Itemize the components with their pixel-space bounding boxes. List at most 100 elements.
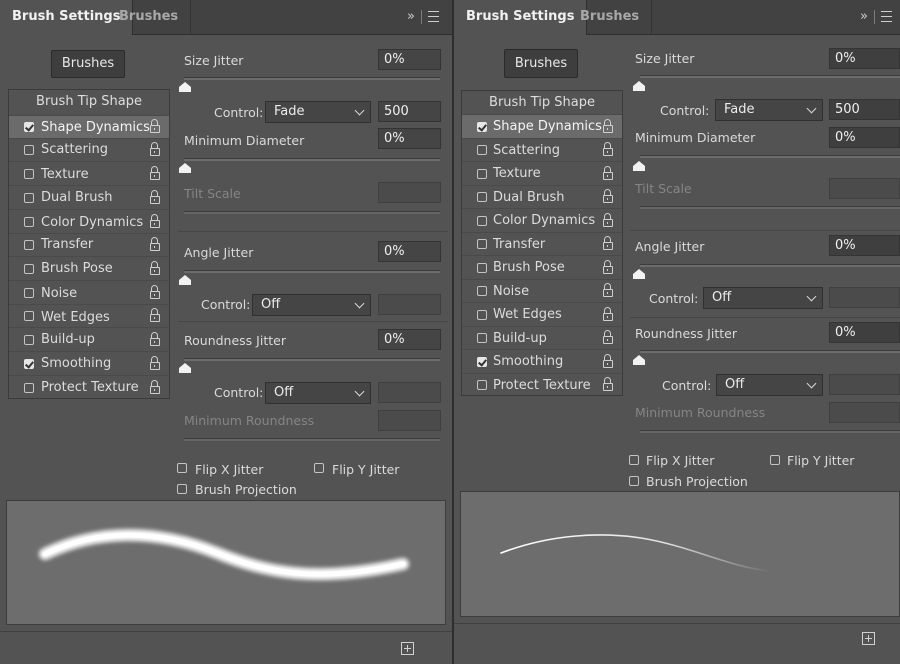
angle-jitter-slider[interactable] bbox=[184, 270, 440, 273]
checkbox[interactable] bbox=[24, 383, 34, 393]
checkbox[interactable] bbox=[24, 359, 34, 369]
flip-y-checkbox[interactable] bbox=[770, 455, 780, 465]
lock-icon[interactable] bbox=[603, 166, 613, 180]
brush-projection-checkbox[interactable] bbox=[177, 484, 187, 494]
option-scattering[interactable]: Scattering bbox=[9, 138, 169, 161]
checkbox[interactable] bbox=[477, 192, 487, 202]
panel-menu-icon[interactable] bbox=[427, 11, 439, 22]
checkbox[interactable] bbox=[24, 169, 34, 179]
checkbox[interactable] bbox=[24, 122, 34, 132]
lock-icon[interactable] bbox=[603, 142, 613, 156]
checkbox[interactable] bbox=[477, 263, 487, 273]
lock-icon[interactable] bbox=[150, 356, 160, 370]
lock-icon[interactable] bbox=[150, 237, 160, 251]
lock-icon[interactable] bbox=[603, 377, 613, 391]
checkbox[interactable] bbox=[24, 311, 34, 321]
option-transfer[interactable]: Transfer bbox=[9, 233, 169, 256]
checkbox[interactable] bbox=[477, 333, 487, 343]
slider-thumb[interactable] bbox=[179, 363, 191, 373]
lock-icon[interactable] bbox=[603, 330, 613, 344]
angle-jitter-slider[interactable] bbox=[640, 264, 900, 267]
checkbox[interactable] bbox=[477, 357, 487, 367]
roundness-jitter-slider[interactable] bbox=[184, 358, 440, 361]
option-scattering[interactable]: Scattering bbox=[462, 138, 622, 161]
option-protect-texture[interactable]: Protect Texture bbox=[9, 375, 169, 399]
slider-thumb[interactable] bbox=[179, 163, 191, 173]
brush-tip-shape[interactable]: Brush Tip Shape bbox=[9, 94, 169, 114]
brush-tip-shape[interactable]: Brush Tip Shape bbox=[462, 95, 622, 115]
size-jitter-slider[interactable] bbox=[184, 77, 440, 80]
option-noise[interactable]: Noise bbox=[462, 279, 622, 302]
fade-steps-field[interactable]: 500 bbox=[829, 99, 900, 120]
option-brush-pose[interactable]: Brush Pose bbox=[9, 256, 169, 280]
option-smoothing[interactable]: Smoothing bbox=[9, 351, 169, 375]
roundness-control-select[interactable]: Off bbox=[265, 382, 371, 404]
option-brush-pose[interactable]: Brush Pose bbox=[462, 255, 622, 279]
slider-thumb[interactable] bbox=[633, 161, 645, 171]
tab-brushes[interactable]: Brushes bbox=[568, 0, 653, 34]
angle-control-select[interactable]: Off bbox=[252, 294, 371, 316]
checkbox[interactable] bbox=[477, 239, 487, 249]
lock-icon[interactable] bbox=[150, 214, 160, 228]
lock-icon[interactable] bbox=[603, 236, 613, 250]
option-wet-edges[interactable]: Wet Edges bbox=[462, 302, 622, 326]
lock-icon[interactable] bbox=[150, 332, 160, 346]
lock-icon[interactable] bbox=[603, 260, 613, 274]
checkbox[interactable] bbox=[477, 169, 487, 179]
lock-icon[interactable] bbox=[603, 189, 613, 203]
lock-icon[interactable] bbox=[150, 308, 160, 322]
option-color-dynamics[interactable]: Color Dynamics bbox=[9, 209, 169, 233]
checkbox[interactable] bbox=[477, 145, 487, 155]
create-new-brush-icon[interactable] bbox=[401, 642, 414, 655]
option-noise[interactable]: Noise bbox=[9, 280, 169, 304]
checkbox[interactable] bbox=[24, 335, 34, 345]
checkbox[interactable] bbox=[477, 216, 487, 226]
option-color-dynamics[interactable]: Color Dynamics bbox=[462, 208, 622, 232]
lock-icon[interactable] bbox=[603, 283, 613, 297]
option-build-up[interactable]: Build-up bbox=[9, 327, 169, 351]
size-jitter-slider[interactable] bbox=[640, 75, 900, 78]
panel-menu-icon[interactable] bbox=[880, 11, 892, 22]
slider-thumb[interactable] bbox=[179, 275, 191, 285]
angle-jitter-field[interactable]: 0% bbox=[829, 235, 900, 256]
checkbox[interactable] bbox=[24, 240, 34, 250]
flip-y-checkbox[interactable] bbox=[314, 463, 324, 473]
size-jitter-field[interactable]: 0% bbox=[378, 49, 441, 70]
size-control-select[interactable]: Fade bbox=[265, 101, 371, 123]
flip-x-checkbox[interactable] bbox=[629, 455, 639, 465]
tab-brushes[interactable]: Brushes bbox=[107, 0, 192, 34]
checkbox[interactable] bbox=[477, 122, 487, 132]
size-jitter-field[interactable]: 0% bbox=[829, 48, 900, 69]
option-dual-brush[interactable]: Dual Brush bbox=[9, 185, 169, 209]
checkbox[interactable] bbox=[477, 310, 487, 320]
angle-jitter-field[interactable]: 0% bbox=[378, 241, 441, 262]
option-build-up[interactable]: Build-up bbox=[462, 326, 622, 349]
option-shape-dynamics[interactable]: Shape Dynamics bbox=[9, 115, 169, 138]
lock-icon[interactable] bbox=[150, 285, 160, 299]
option-protect-texture[interactable]: Protect Texture bbox=[462, 373, 622, 396]
option-smoothing[interactable]: Smoothing bbox=[462, 349, 622, 373]
roundness-control-select[interactable]: Off bbox=[716, 374, 823, 396]
checkbox[interactable] bbox=[24, 145, 34, 155]
checkbox[interactable] bbox=[24, 193, 34, 203]
slider-thumb[interactable] bbox=[633, 81, 645, 91]
brushes-button[interactable]: Brushes bbox=[51, 50, 125, 78]
lock-icon[interactable] bbox=[603, 213, 613, 227]
slider-thumb[interactable] bbox=[633, 355, 645, 365]
checkbox[interactable] bbox=[477, 380, 487, 390]
lock-icon[interactable] bbox=[150, 119, 160, 133]
option-transfer[interactable]: Transfer bbox=[462, 232, 622, 255]
slider-thumb[interactable] bbox=[179, 82, 191, 92]
option-wet-edges[interactable]: Wet Edges bbox=[9, 304, 169, 327]
roundness-jitter-field[interactable]: 0% bbox=[378, 329, 441, 350]
slider-thumb[interactable] bbox=[633, 269, 645, 279]
lock-icon[interactable] bbox=[150, 261, 160, 275]
collapse-icon[interactable]: » bbox=[860, 0, 868, 34]
checkbox[interactable] bbox=[24, 288, 34, 298]
lock-icon[interactable] bbox=[603, 354, 613, 368]
size-control-select[interactable]: Fade bbox=[715, 99, 823, 121]
minimum-diameter-slider[interactable] bbox=[184, 158, 440, 161]
roundness-jitter-slider[interactable] bbox=[640, 350, 900, 353]
checkbox[interactable] bbox=[477, 286, 487, 296]
option-texture[interactable]: Texture bbox=[462, 161, 622, 185]
